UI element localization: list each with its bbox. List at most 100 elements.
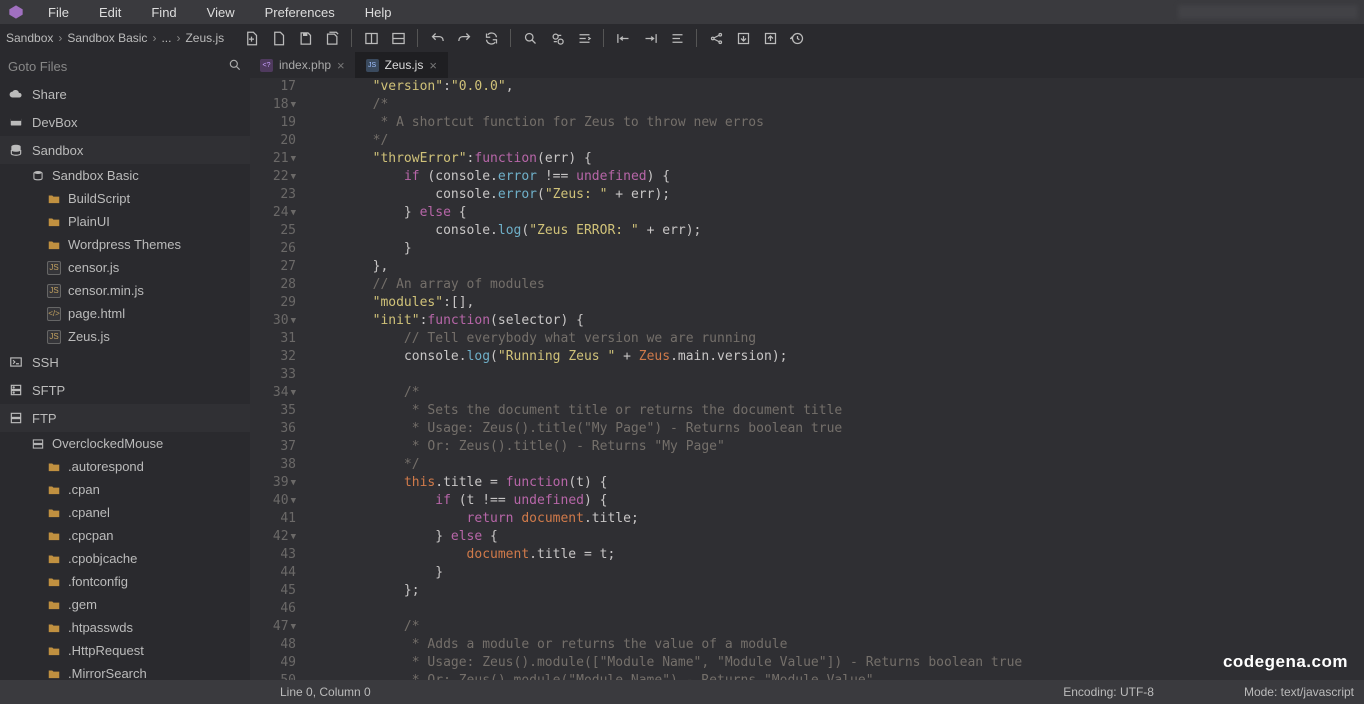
menu-file[interactable]: File	[34, 2, 83, 23]
line-number: 40▼	[250, 492, 296, 510]
mode-indicator[interactable]: Mode: text/javascript	[1244, 685, 1354, 699]
fold-toggle-icon[interactable]: ▼	[291, 384, 296, 402]
tree-folder[interactable]: Wordpress Themes	[0, 233, 250, 256]
server-icon	[30, 437, 46, 451]
line-number: 45	[250, 582, 296, 600]
cursor-position: Line 0, Column 0	[280, 685, 371, 699]
fold-toggle-icon[interactable]: ▼	[291, 492, 296, 510]
fold-toggle-icon[interactable]: ▼	[291, 618, 296, 636]
menu-preferences[interactable]: Preferences	[251, 2, 349, 23]
breadcrumb-seg[interactable]: Zeus.js	[185, 31, 224, 45]
tree-folder-root[interactable]: Sandbox Basic	[0, 164, 250, 187]
goto-files-input[interactable]	[8, 59, 228, 74]
panel-ssh[interactable]: SSH	[0, 348, 250, 376]
import-button[interactable]	[757, 27, 783, 49]
tree-folder[interactable]: .MirrorSearch	[0, 662, 250, 680]
menu-edit[interactable]: Edit	[85, 2, 135, 23]
layout-split-h-button[interactable]	[358, 27, 384, 49]
tab-label: index.php	[279, 58, 331, 72]
line-number: 37	[250, 438, 296, 456]
server-icon	[8, 411, 24, 425]
line-number: 35	[250, 402, 296, 420]
menu-help[interactable]: Help	[351, 2, 406, 23]
fold-toggle-icon[interactable]: ▼	[291, 96, 296, 114]
folder-icon	[46, 598, 62, 612]
fold-toggle-icon[interactable]: ▼	[291, 150, 296, 168]
tree-label: page.html	[68, 306, 125, 321]
breadcrumb[interactable]: Sandbox› Sandbox Basic› ...› Zeus.js	[6, 31, 224, 45]
tree-folder[interactable]: .HttpRequest	[0, 639, 250, 662]
devbox-icon	[8, 115, 24, 129]
encoding-indicator[interactable]: Encoding: UTF-8	[1063, 685, 1154, 699]
breadcrumb-seg[interactable]: Sandbox	[6, 31, 53, 45]
panel-sandbox[interactable]: Sandbox	[0, 136, 250, 164]
line-number: 19	[250, 114, 296, 132]
panel-label: Share	[32, 87, 67, 102]
menu-find[interactable]: Find	[137, 2, 190, 23]
tree-file[interactable]: JSZeus.js	[0, 325, 250, 348]
fold-toggle-icon[interactable]: ▼	[291, 204, 296, 222]
line-number: 47▼	[250, 618, 296, 636]
breadcrumb-seg[interactable]: Sandbox Basic	[67, 31, 147, 45]
tree-folder[interactable]: .fontconfig	[0, 570, 250, 593]
tree-label: OverclockedMouse	[52, 436, 163, 451]
panel-sftp[interactable]: SFTP	[0, 376, 250, 404]
new-folder-button[interactable]	[265, 27, 291, 49]
tree-folder[interactable]: .cpan	[0, 478, 250, 501]
save-all-button[interactable]	[319, 27, 345, 49]
tree-folder[interactable]: .cpobjcache	[0, 547, 250, 570]
tree-label: censor.js	[68, 260, 119, 275]
fold-toggle-icon[interactable]: ▼	[291, 312, 296, 330]
share-link-button[interactable]	[703, 27, 729, 49]
toolbar: Sandbox› Sandbox Basic› ...› Zeus.js	[0, 24, 1364, 52]
line-number: 39▼	[250, 474, 296, 492]
tree-folder[interactable]: BuildScript	[0, 187, 250, 210]
layout-split-v-button[interactable]	[385, 27, 411, 49]
tree-folder[interactable]: .autorespond	[0, 455, 250, 478]
panel-share[interactable]: Share	[0, 80, 250, 108]
tree-folder[interactable]: .cpcpan	[0, 524, 250, 547]
save-button[interactable]	[292, 27, 318, 49]
php-file-icon: <?	[260, 59, 273, 72]
folder-icon	[46, 215, 62, 229]
folder-icon	[46, 460, 62, 474]
indent-right-button[interactable]	[637, 27, 663, 49]
tree-folder[interactable]: .gem	[0, 593, 250, 616]
redo-button[interactable]	[451, 27, 477, 49]
breadcrumb-seg[interactable]: ...	[161, 31, 171, 45]
tree-file[interactable]: JScensor.min.js	[0, 279, 250, 302]
line-number: 25	[250, 222, 296, 240]
history-button[interactable]	[784, 27, 810, 49]
tree-file[interactable]: </>page.html	[0, 302, 250, 325]
panel-ftp[interactable]: FTP	[0, 404, 250, 432]
export-button[interactable]	[730, 27, 756, 49]
code-content[interactable]: "version":"0.0.0", /* * A shortcut funct…	[302, 78, 1364, 680]
tab-index-php[interactable]: <? index.php ×	[250, 52, 356, 78]
panel-devbox[interactable]: DevBox	[0, 108, 250, 136]
new-file-button[interactable]	[238, 27, 264, 49]
indent-left-button[interactable]	[610, 27, 636, 49]
tab-zeus-js[interactable]: JS Zeus.js ×	[356, 52, 448, 78]
tree-file[interactable]: JScensor.js	[0, 256, 250, 279]
line-number: 46	[250, 600, 296, 618]
search-button[interactable]	[517, 27, 543, 49]
fold-toggle-icon[interactable]: ▼	[291, 474, 296, 492]
fold-toggle-icon[interactable]: ▼	[291, 528, 296, 546]
tree-folder-root[interactable]: OverclockedMouse	[0, 432, 250, 455]
menu-view[interactable]: View	[193, 2, 249, 23]
close-icon[interactable]: ×	[337, 58, 345, 73]
goto-button[interactable]	[571, 27, 597, 49]
tree-folder[interactable]: PlainUI	[0, 210, 250, 233]
undo-button[interactable]	[424, 27, 450, 49]
tree-folder[interactable]: .htpasswds	[0, 616, 250, 639]
replace-button[interactable]	[544, 27, 570, 49]
refresh-button[interactable]	[478, 27, 504, 49]
sidebar: Share DevBox Sandbox Sandbox Basic Build…	[0, 52, 250, 680]
line-number: 17	[250, 78, 296, 96]
fold-toggle-icon[interactable]: ▼	[291, 168, 296, 186]
close-icon[interactable]: ×	[429, 58, 437, 73]
search-icon[interactable]	[228, 58, 242, 75]
code-editor[interactable]: 1718▼192021▼22▼2324▼252627282930▼3132333…	[250, 78, 1364, 680]
format-lines-button[interactable]	[664, 27, 690, 49]
tree-folder[interactable]: .cpanel	[0, 501, 250, 524]
